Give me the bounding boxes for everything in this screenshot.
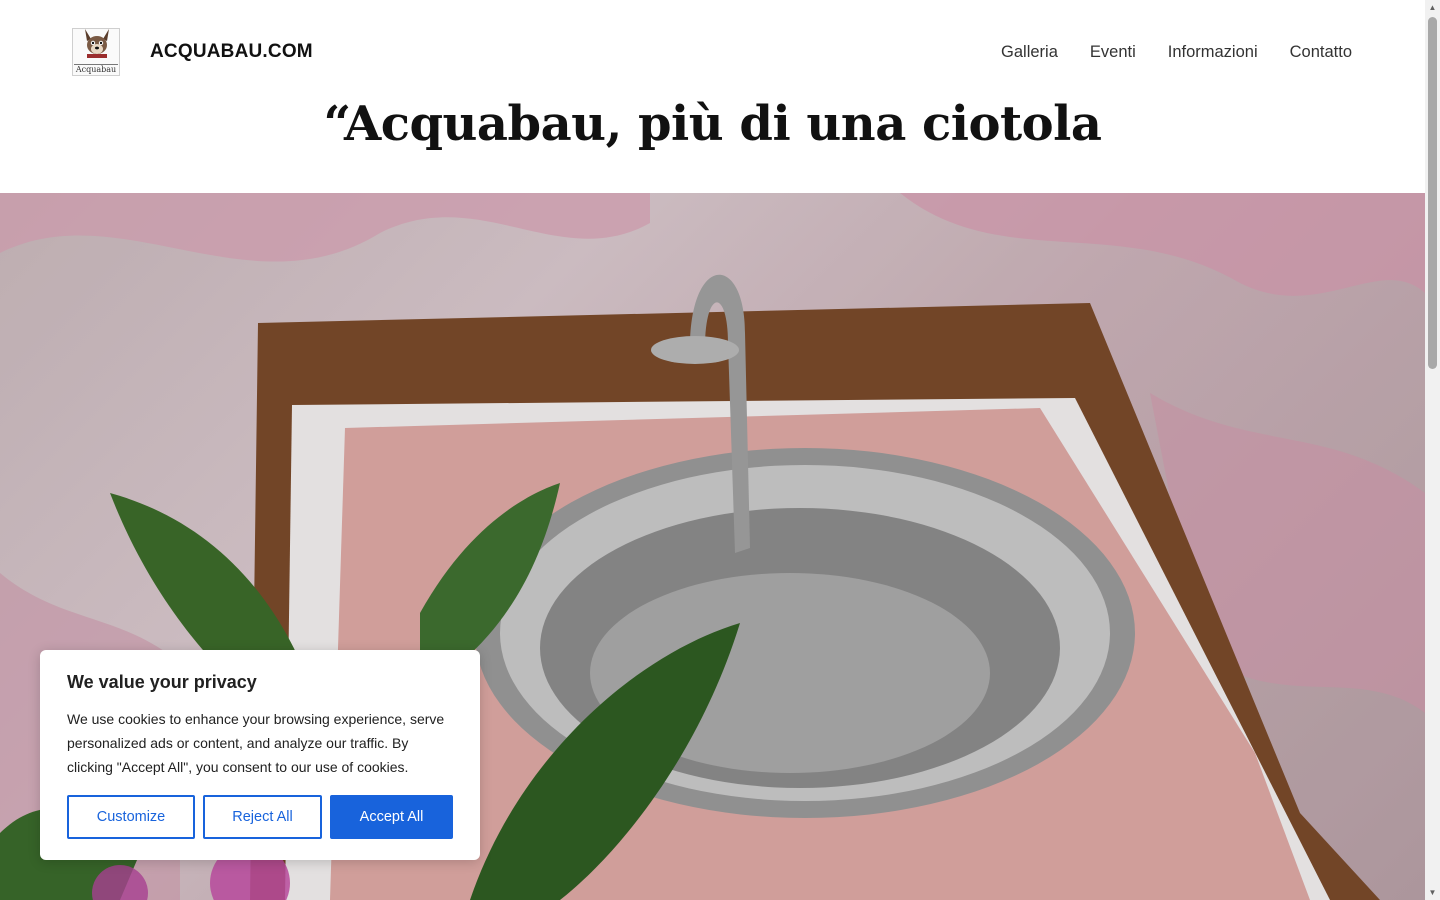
scroll-up-arrow-icon[interactable]: ▲ xyxy=(1425,0,1440,15)
scroll-down-arrow-icon[interactable]: ▼ xyxy=(1425,885,1440,900)
hero-headline: “Acquabau, più di una ciotola xyxy=(323,96,1102,152)
nav-item-galleria[interactable]: Galleria xyxy=(1001,43,1058,62)
scroll-thumb[interactable] xyxy=(1428,17,1437,369)
logo-text: Acquabau xyxy=(73,64,119,74)
nav-item-informazioni[interactable]: Informazioni xyxy=(1168,43,1258,62)
site-header: Acquabau ACQUABAU.COM Galleria Eventi In… xyxy=(0,0,1425,104)
cookie-button-group: Customize Reject All Accept All xyxy=(67,795,453,839)
cookie-consent-banner: We value your privacy We use cookies to … xyxy=(40,650,480,860)
cookie-title: We value your privacy xyxy=(67,672,257,692)
brand[interactable]: Acquabau ACQUABAU.COM xyxy=(72,28,313,76)
cookie-description: We use cookies to enhance your browsing … xyxy=(67,711,445,775)
accept-all-button[interactable]: Accept All xyxy=(330,795,453,839)
nav-item-eventi[interactable]: Eventi xyxy=(1090,43,1136,62)
site-title[interactable]: ACQUABAU.COM xyxy=(150,41,313,63)
site-logo[interactable]: Acquabau xyxy=(72,28,120,76)
vertical-scrollbar[interactable]: ▲ ▼ xyxy=(1425,0,1440,900)
dog-logo-icon xyxy=(85,29,109,58)
reject-all-button[interactable]: Reject All xyxy=(203,795,322,839)
page: Acquabau ACQUABAU.COM Galleria Eventi In… xyxy=(0,0,1440,900)
customize-button[interactable]: Customize xyxy=(67,795,195,839)
main-nav: Galleria Eventi Informazioni Contatto xyxy=(1001,43,1352,62)
nav-item-contatto[interactable]: Contatto xyxy=(1290,43,1352,62)
